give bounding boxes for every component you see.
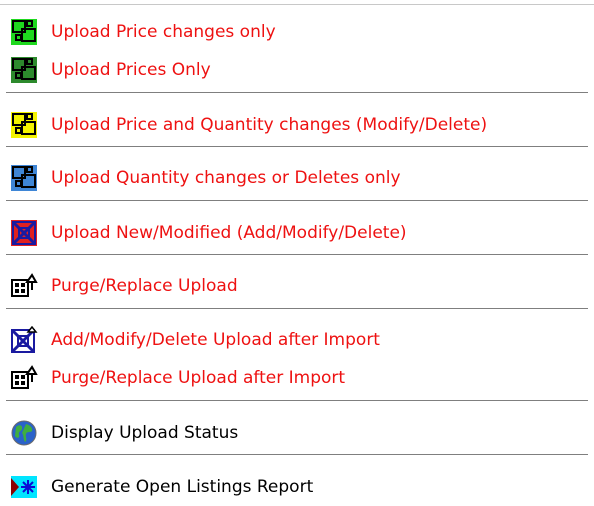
menu-item-label: Purge/Replace Upload after Import bbox=[51, 368, 346, 388]
menu-separator bbox=[6, 454, 588, 456]
globe-icon bbox=[11, 420, 37, 446]
upload-price-quantity-icon bbox=[11, 112, 37, 138]
menu-item-label: Upload Price and Quantity changes (Modif… bbox=[51, 115, 488, 135]
menu-item-label: Upload New/Modified (Add/Modify/Delete) bbox=[51, 223, 407, 243]
menu-item-label: Add/Modify/Delete Upload after Import bbox=[51, 330, 380, 350]
upload-prices-icon bbox=[11, 57, 37, 83]
menu-item-display-upload-status[interactable]: Display Upload Status bbox=[10, 418, 238, 448]
upload-price-changes-icon bbox=[11, 19, 37, 45]
upload-quantity-icon bbox=[11, 165, 37, 191]
menu-separator bbox=[6, 146, 588, 148]
menu-item-generate-open-listings-report[interactable]: Generate Open Listings Report bbox=[10, 472, 313, 502]
menu-item-upload-price-and-quantity[interactable]: Upload Price and Quantity changes (Modif… bbox=[10, 110, 487, 140]
menu-item-label: Upload Prices Only bbox=[51, 60, 211, 80]
menu-item-label: Purge/Replace Upload bbox=[51, 276, 238, 296]
menu-item-add-modify-delete-after-import[interactable]: Add/Modify/Delete Upload after Import bbox=[10, 325, 380, 355]
menu-separator bbox=[6, 92, 588, 94]
purge-replace-icon bbox=[11, 273, 38, 297]
menu-separator bbox=[6, 200, 588, 202]
menu-item-label: Upload Price changes only bbox=[51, 22, 276, 42]
upload-new-modified-icon bbox=[11, 220, 37, 246]
menu-item-purge-replace-upload[interactable]: Purge/Replace Upload bbox=[10, 271, 238, 301]
menu-item-upload-quantity-changes[interactable]: Upload Quantity changes or Deletes only bbox=[10, 163, 401, 193]
menu-item-upload-prices-only[interactable]: Upload Prices Only bbox=[10, 55, 211, 85]
add-modify-delete-import-icon bbox=[10, 326, 38, 354]
menu-top-border bbox=[0, 4, 594, 5]
menu-item-upload-price-changes-only[interactable]: Upload Price changes only bbox=[10, 17, 276, 47]
menu-item-purge-replace-after-import[interactable]: Purge/Replace Upload after Import bbox=[10, 363, 345, 393]
menu-item-label: Generate Open Listings Report bbox=[51, 477, 314, 497]
menu-item-label: Display Upload Status bbox=[51, 423, 239, 443]
menu-separator bbox=[6, 254, 588, 256]
menu-item-label: Upload Quantity changes or Deletes only bbox=[51, 168, 401, 188]
menu-separator bbox=[6, 308, 588, 310]
report-icon bbox=[11, 476, 37, 498]
upload-context-menu: Upload Price changes only Upload Prices … bbox=[0, 0, 594, 506]
menu-separator bbox=[6, 400, 588, 402]
purge-replace-import-icon bbox=[11, 365, 38, 389]
menu-item-upload-new-modified[interactable]: Upload New/Modified (Add/Modify/Delete) bbox=[10, 218, 407, 248]
